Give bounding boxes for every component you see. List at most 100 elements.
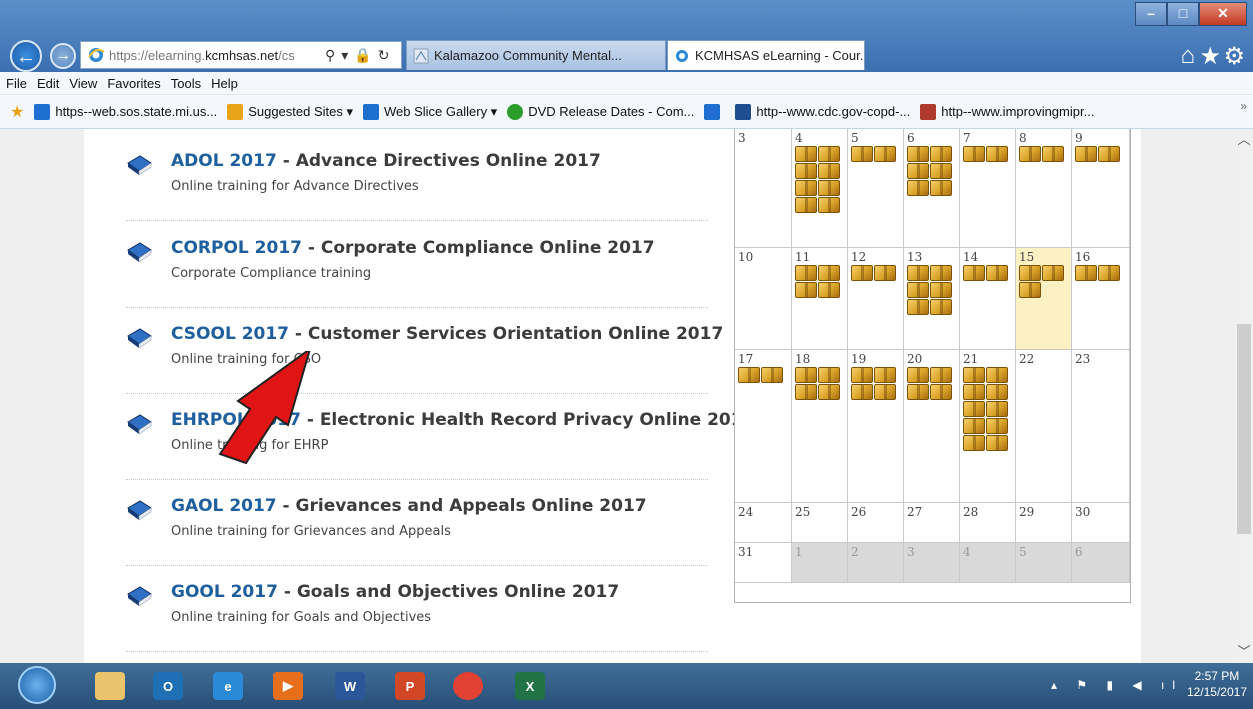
calendar-day[interactable]: 12 [848, 248, 904, 350]
calendar-day[interactable]: 10 [735, 248, 792, 350]
calendar-day[interactable]: 6 [904, 129, 960, 248]
taskbar-excel[interactable]: X [502, 666, 558, 706]
tab-kalamazoo[interactable]: Kalamazoo Community Mental... [406, 40, 666, 70]
event-package-icon[interactable] [1075, 265, 1097, 281]
event-package-icon[interactable] [930, 299, 952, 315]
calendar-day[interactable]: 19 [848, 350, 904, 503]
event-package-icon[interactable] [851, 367, 873, 383]
event-package-icon[interactable] [1019, 282, 1041, 298]
event-package-icon[interactable] [907, 180, 929, 196]
event-package-icon[interactable] [818, 197, 840, 213]
taskbar-internet-explorer[interactable]: e [200, 666, 256, 706]
event-package-icon[interactable] [907, 265, 929, 281]
event-package-icon[interactable] [795, 384, 817, 400]
event-package-icon[interactable] [930, 384, 952, 400]
menu-file[interactable]: File [6, 76, 27, 91]
event-package-icon[interactable] [795, 282, 817, 298]
add-favorite-star-icon[interactable]: ★ [10, 102, 24, 122]
system-tray[interactable]: ▴ ⚑ ▮ ◀ ıl [1051, 678, 1183, 692]
clock[interactable]: 2:57 PM 12/15/2017 [1187, 668, 1247, 700]
calendar-day[interactable]: 14 [960, 248, 1016, 350]
course-title-link[interactable]: ADOL 2017 - Advance Directives Online 20… [171, 151, 601, 171]
event-package-icon[interactable] [930, 146, 952, 162]
home-icon[interactable]: ⌂ [1181, 42, 1196, 70]
favorite-item[interactable]: Suggested Sites ▾ [227, 103, 353, 120]
event-package-icon[interactable] [963, 401, 985, 417]
maximize-button[interactable]: □ [1167, 2, 1199, 26]
back-button[interactable]: ← [10, 40, 42, 72]
menu-edit[interactable]: Edit [37, 76, 59, 91]
forward-button[interactable]: → [50, 43, 76, 69]
calendar-day[interactable]: 24 [735, 503, 792, 543]
calendar-day[interactable]: 20 [904, 350, 960, 503]
event-package-icon[interactable] [851, 265, 873, 281]
calendar-day[interactable]: 28 [960, 503, 1016, 543]
event-package-icon[interactable] [907, 282, 929, 298]
event-package-icon[interactable] [986, 435, 1008, 451]
event-package-icon[interactable] [907, 299, 929, 315]
calendar-day[interactable]: 29 [1016, 503, 1072, 543]
calendar-day[interactable]: 11 [792, 248, 848, 350]
event-package-icon[interactable] [818, 180, 840, 196]
taskbar-outlook[interactable]: O [140, 666, 196, 706]
scroll-thumb[interactable] [1237, 324, 1251, 534]
calendar-day[interactable]: 25 [792, 503, 848, 543]
event-package-icon[interactable] [1042, 265, 1064, 281]
event-package-icon[interactable] [818, 265, 840, 281]
taskbar-word[interactable]: W [322, 666, 378, 706]
event-package-icon[interactable] [907, 163, 929, 179]
course-title-link[interactable]: CSOOL 2017 - Customer Services Orientati… [171, 324, 723, 344]
calendar-day[interactable]: 27 [904, 503, 960, 543]
calendar-day[interactable]: 30 [1072, 503, 1130, 543]
event-package-icon[interactable] [986, 401, 1008, 417]
event-package-icon[interactable] [963, 435, 985, 451]
event-package-icon[interactable] [930, 265, 952, 281]
menu-favorites[interactable]: Favorites [107, 76, 160, 91]
event-package-icon[interactable] [761, 367, 783, 383]
course-title-link[interactable]: CORPOL 2017 - Corporate Compliance Onlin… [171, 238, 655, 258]
calendar-day[interactable]: 3 [904, 543, 960, 583]
course-title-link[interactable]: GAOL 2017 - Grievances and Appeals Onlin… [171, 496, 647, 516]
refresh-icon[interactable]: ↻ [378, 47, 390, 64]
minimize-button[interactable]: – [1135, 2, 1167, 26]
event-package-icon[interactable] [963, 265, 985, 281]
event-package-icon[interactable] [1019, 146, 1041, 162]
event-package-icon[interactable] [1075, 146, 1097, 162]
calendar-day[interactable]: 4 [792, 129, 848, 248]
event-package-icon[interactable] [1042, 146, 1064, 162]
event-package-icon[interactable] [907, 146, 929, 162]
event-package-icon[interactable] [1098, 146, 1120, 162]
event-package-icon[interactable] [986, 418, 1008, 434]
event-package-icon[interactable] [795, 367, 817, 383]
event-package-icon[interactable] [795, 265, 817, 281]
event-package-icon[interactable] [1098, 265, 1120, 281]
event-package-icon[interactable] [874, 146, 896, 162]
address-bar[interactable]: https://elearning.kcmhsas.net/cs ⚲ ▾ 🔒 ↻ [80, 41, 402, 69]
course-title-link[interactable]: GOOL 2017 - Goals and Objectives Online … [171, 582, 619, 602]
calendar-day[interactable]: 15 [1016, 248, 1072, 350]
event-package-icon[interactable] [930, 282, 952, 298]
calendar-day[interactable]: 31 [735, 543, 792, 583]
event-package-icon[interactable] [795, 163, 817, 179]
calendar-day[interactable]: 8 [1016, 129, 1072, 248]
event-package-icon[interactable] [1019, 265, 1041, 281]
menu-help[interactable]: Help [211, 76, 238, 91]
taskbar-media[interactable]: ▶ [260, 666, 316, 706]
favorites-overflow-icon[interactable]: » [1240, 99, 1247, 113]
calendar-day[interactable]: 9 [1072, 129, 1130, 248]
calendar-day[interactable]: 13 [904, 248, 960, 350]
event-package-icon[interactable] [907, 384, 929, 400]
calendar-day[interactable]: 22 [1016, 350, 1072, 503]
menu-view[interactable]: View [69, 76, 97, 91]
event-package-icon[interactable] [795, 146, 817, 162]
event-package-icon[interactable] [818, 384, 840, 400]
calendar-day[interactable]: 16 [1072, 248, 1130, 350]
event-package-icon[interactable] [738, 367, 760, 383]
event-package-icon[interactable] [986, 265, 1008, 281]
dropdown-icon[interactable]: ▾ [341, 47, 348, 64]
vertical-scrollbar[interactable]: ︿ ﹀ [1235, 129, 1253, 663]
event-package-icon[interactable] [795, 197, 817, 213]
event-package-icon[interactable] [907, 367, 929, 383]
search-icon[interactable]: ⚲ [325, 47, 335, 64]
tab-elearning[interactable]: KCMHSAS eLearning - Cour... × [667, 40, 865, 70]
